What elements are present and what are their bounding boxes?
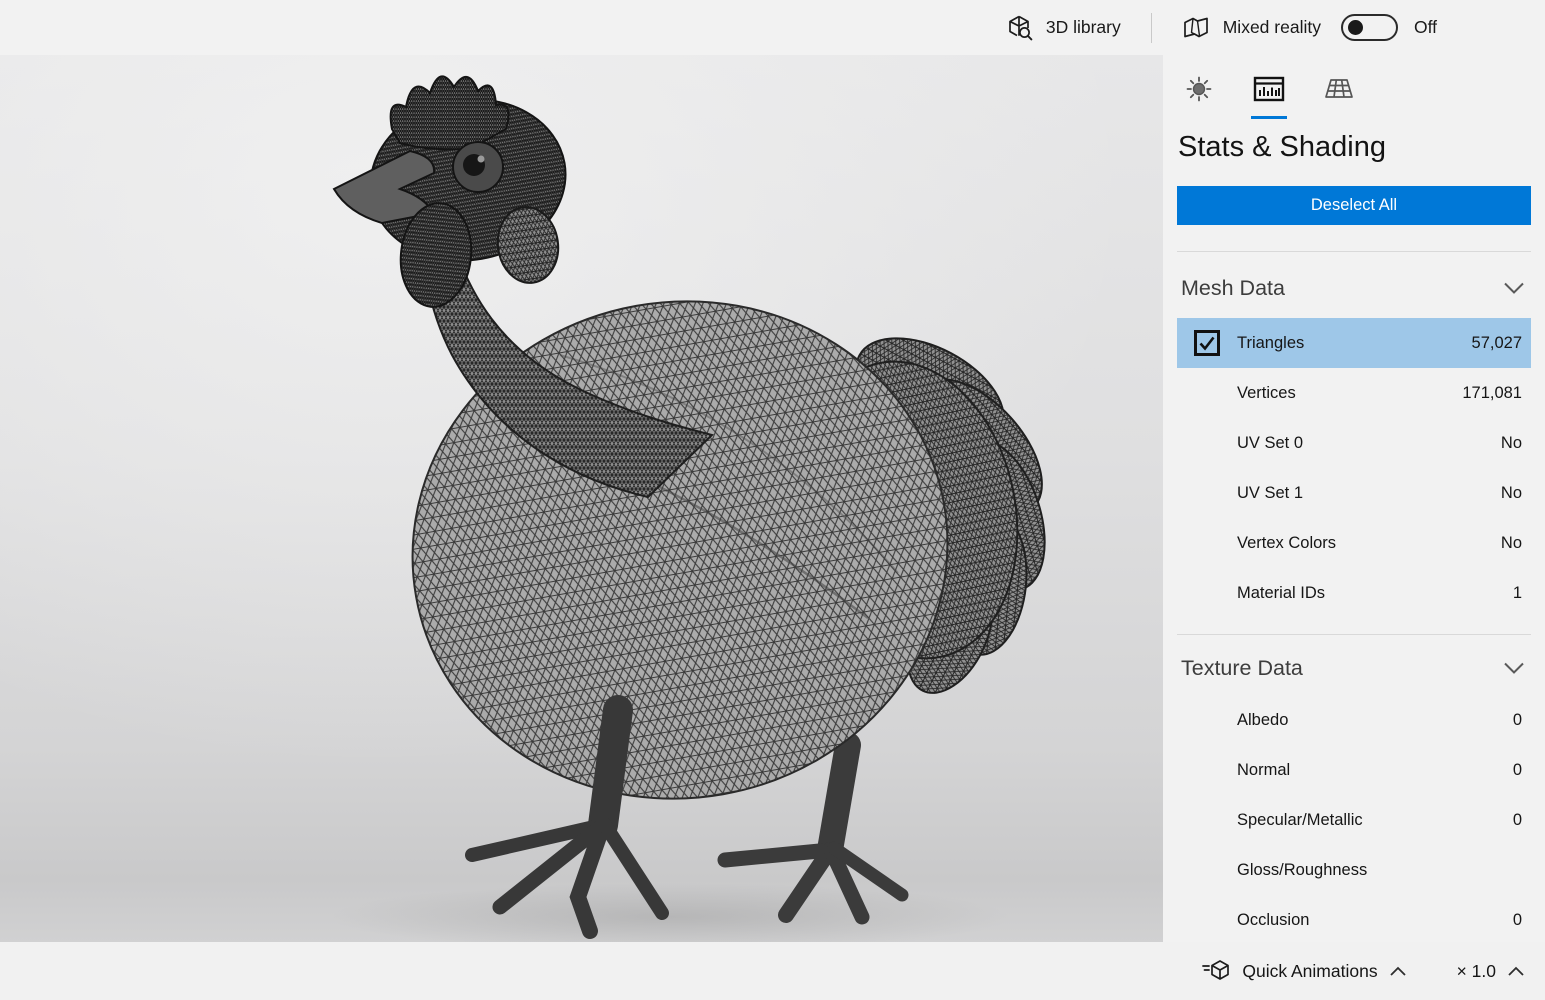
chevron-down-icon: [1504, 282, 1524, 294]
topbar-divider: [1150, 12, 1152, 43]
stat-value: No: [1500, 483, 1522, 502]
stat-value: 171,081: [1462, 383, 1522, 402]
stat-value: 0: [1512, 910, 1522, 929]
stat-label: Specular/Metallic: [1237, 810, 1363, 829]
mixed-reality-label: Mixed reality: [1222, 17, 1321, 37]
panel-tabs: [1177, 55, 1531, 121]
quick-animations-label: Quick Animations: [1242, 960, 1378, 981]
mixed-reality-state-label: Off: [1413, 17, 1437, 37]
cube-motion-icon: [1202, 960, 1230, 980]
stat-label: Albedo: [1237, 710, 1289, 729]
stat-row-gloss-roughness[interactable]: Gloss/Roughness: [1177, 845, 1531, 895]
chevron-up-icon: [1389, 966, 1406, 976]
stat-label: Vertices: [1237, 383, 1296, 402]
stat-row-triangles[interactable]: Triangles 57,027: [1177, 318, 1531, 368]
stat-row-uv-set-1[interactable]: UV Set 1 No: [1177, 468, 1531, 518]
active-tab-underline: [1251, 116, 1287, 119]
toggle-knob: [1347, 20, 1363, 35]
stat-row-normal[interactable]: Normal 0: [1177, 745, 1531, 795]
stat-row-vertices[interactable]: Vertices 171,081: [1177, 368, 1531, 418]
mixed-reality-toggle[interactable]: [1340, 14, 1398, 41]
stat-label: UV Set 0: [1237, 433, 1304, 452]
stat-label: UV Set 1: [1237, 483, 1304, 502]
mixed-reality-button[interactable]: Mixed reality: [1172, 9, 1323, 47]
sun-icon: [1186, 76, 1212, 102]
panel-title: Stats & Shading: [1178, 131, 1386, 163]
stat-value: 0: [1512, 760, 1522, 779]
tab-stats-shading[interactable]: [1247, 73, 1291, 119]
chevron-down-icon: [1504, 662, 1524, 674]
stat-label: Normal: [1237, 760, 1291, 779]
checked-checkbox-icon[interactable]: [1194, 330, 1220, 356]
stat-value: 0: [1512, 710, 1522, 729]
tab-lighting[interactable]: [1177, 73, 1221, 119]
texture-data-title: Texture Data: [1181, 655, 1303, 680]
stat-value: 57,027: [1471, 333, 1522, 352]
deselect-all-button[interactable]: Deselect All: [1177, 186, 1531, 225]
playback-speed-button[interactable]: × 1.0: [1451, 960, 1531, 983]
bar-chart-window-icon: [1253, 76, 1285, 102]
stat-value: No: [1500, 433, 1522, 452]
stats-panel: Stats & Shading Deselect All Mesh Data T…: [1163, 55, 1545, 942]
3d-viewport[interactable]: [0, 55, 1163, 942]
chevron-up-icon: [1508, 966, 1524, 976]
tab-environment[interactable]: [1317, 73, 1361, 119]
playback-speed-label: × 1.0: [1456, 960, 1496, 981]
stat-value: 0: [1512, 810, 1522, 829]
stat-value: 1: [1512, 583, 1522, 602]
stat-row-albedo[interactable]: Albedo 0: [1177, 695, 1531, 745]
stat-label: Material IDs: [1237, 583, 1326, 602]
stat-row-uv-set-0[interactable]: UV Set 0 No: [1177, 418, 1531, 468]
mesh-data-section-header[interactable]: Mesh Data: [1177, 252, 1531, 318]
bottombar: Quick Animations × 1.0: [0, 942, 1545, 1000]
topbar: 3D library Mixed reality Off: [0, 0, 1545, 55]
mixed-reality-icon: [1183, 17, 1208, 37]
stat-row-occlusion[interactable]: Occlusion 0: [1177, 895, 1531, 942]
stat-row-material-ids[interactable]: Material IDs 1: [1177, 568, 1531, 618]
stat-label: Gloss/Roughness: [1237, 860, 1368, 879]
3d-viewer-app: 3D library Mixed reality Off Stats & Sha…: [0, 0, 1545, 1000]
3d-library-label: 3D library: [1045, 17, 1121, 37]
perspective-grid-icon: [1325, 79, 1353, 98]
3d-cube-search-icon: [1008, 15, 1033, 41]
stat-label: Occlusion: [1237, 910, 1310, 929]
stat-value: No: [1500, 533, 1522, 552]
stat-label: Vertex Colors: [1237, 533, 1337, 552]
texture-data-section-header[interactable]: Texture Data: [1177, 635, 1531, 695]
mesh-data-title: Mesh Data: [1181, 275, 1285, 300]
stat-row-vertex-colors[interactable]: Vertex Colors No: [1177, 518, 1531, 568]
wireframe-chicken-model: [0, 55, 1163, 942]
stat-label: Triangles: [1237, 333, 1305, 352]
quick-animations-button[interactable]: Quick Animations: [1195, 958, 1412, 984]
3d-library-button[interactable]: 3D library: [996, 8, 1131, 47]
stat-row-specular-metallic[interactable]: Specular/Metallic 0: [1177, 795, 1531, 845]
